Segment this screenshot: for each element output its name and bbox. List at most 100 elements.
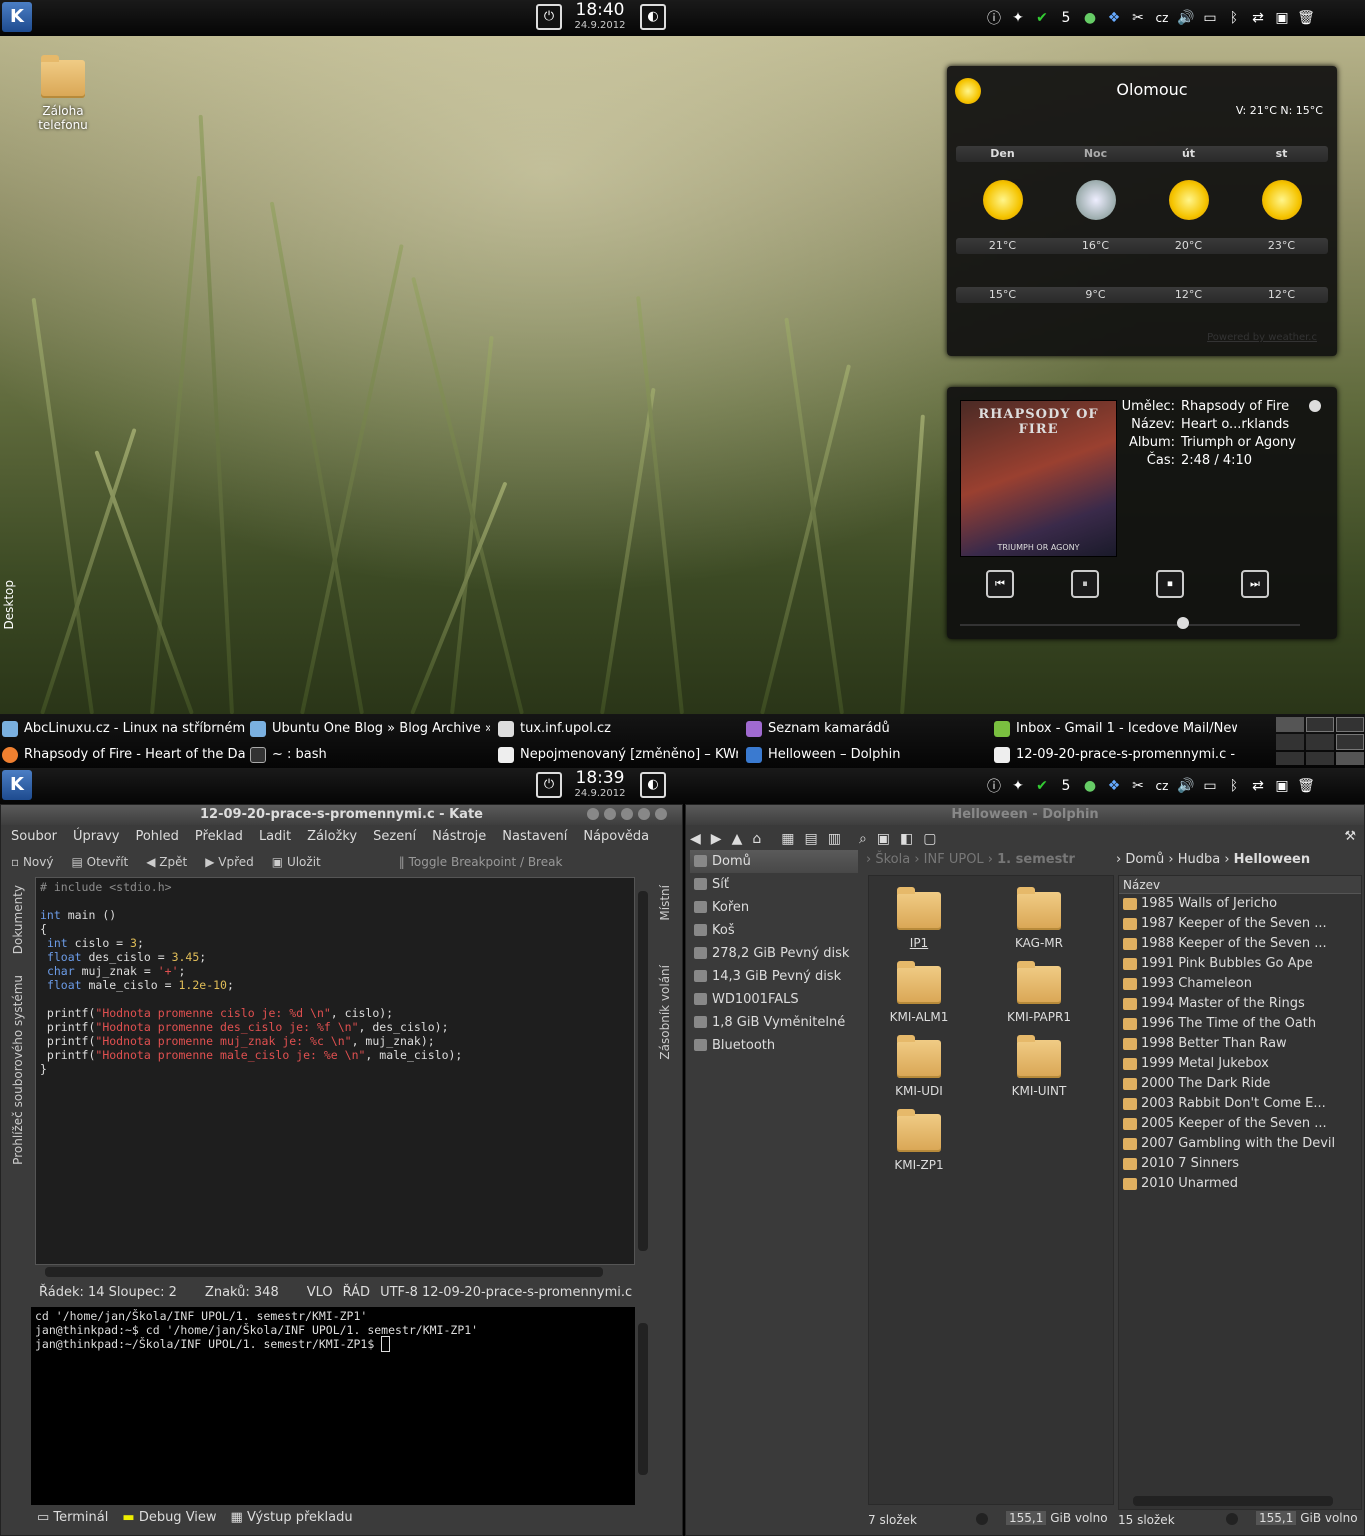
menu-pohled[interactable]: Pohled [135,825,178,849]
list-hscrollbar[interactable] [1133,1496,1333,1506]
folder-kmi-papr1[interactable]: KMI-PAPR1 [989,961,1089,1024]
stop-icon[interactable]: ⏹ [1156,570,1184,598]
network-icon[interactable]: ✦ [1009,778,1027,794]
menu-nastaveni[interactable]: Nastavení [502,825,567,849]
dropbox-icon[interactable]: ❖ [1105,10,1123,26]
menu-preklad[interactable]: Překlad [195,825,243,849]
new-button[interactable]: ▫ Nový [11,849,53,875]
folder-kmi-alm1[interactable]: KMI-ALM1 [869,961,969,1024]
minimize-icon[interactable] [587,808,599,820]
clock[interactable]: 18:40 24.9.2012 [569,0,631,32]
tab-build-output[interactable]: ▦ Výstup překladu [231,1510,353,1525]
list-item[interactable]: 1988 Keeper of the Seven ... [1119,934,1361,954]
trash-icon[interactable]: 🗑 [1297,778,1315,794]
desktop-toolbox[interactable]: Desktop [2,580,16,630]
folder-kmi-uint[interactable]: KMI-UINT [989,1035,1089,1098]
scissors-icon[interactable]: ✂ [1129,10,1147,26]
redo-button[interactable]: ▶ Vpřed [205,849,254,875]
split-view-icon[interactable]: ◧ [900,831,913,847]
forward-icon[interactable]: ▶ [711,831,722,847]
search-icon[interactable]: ⌕ [859,831,867,847]
tab-documents[interactable]: Dokumenty [11,885,25,954]
next-icon[interactable]: ⏭ [1241,570,1269,598]
list-item[interactable]: 2005 Keeper of the Seven ... [1119,1114,1361,1134]
list-item[interactable]: 1999 Metal Jukebox [1119,1054,1361,1074]
battery-icon[interactable]: ▭ [1201,10,1219,26]
folder-kmi-zp1[interactable]: KMI-ZP1 [869,1109,969,1172]
breadcrumb-right[interactable]: › Domů › Hudba › Helloween [1116,852,1310,867]
tab-debug-view[interactable]: ▬ Debug View [122,1510,216,1525]
messenger-icon[interactable]: ● [1081,778,1099,794]
list-item[interactable]: 1993 Chameleon [1119,974,1361,994]
shade-icon[interactable] [604,808,616,820]
task-item[interactable]: Nepojmenovaný [změněno] – KWrit [496,744,738,766]
folder-ip1[interactable]: IP1 [869,887,969,950]
task-item[interactable]: 12-09-20-prace-s-promennymi.c - K [992,744,1237,766]
seek-handle[interactable] [1177,617,1189,629]
place-bluetooth[interactable]: Bluetooth [690,1034,858,1057]
terminal-output[interactable]: cd '/home/jan/Škola/INF UPOL/1. semestr/… [31,1307,635,1505]
task-item[interactable]: Ubuntu One Blog » Blog Archive » [248,718,490,740]
folder-kag-mr[interactable]: KAG-MR [989,887,1089,950]
icons-view-icon[interactable]: ▦ [781,831,794,847]
zoom-slider[interactable] [976,1513,988,1525]
preview-icon[interactable]: ▣ [877,831,890,847]
list-item[interactable]: 1996 The Time of the Oath [1119,1014,1361,1034]
info-panel-icon[interactable]: ▢ [923,831,936,847]
home-icon[interactable]: ⌂ [752,831,761,847]
terminal-scrollbar[interactable] [638,1323,648,1475]
logout-icon[interactable]: ◐ [640,4,666,30]
menu-napoveda[interactable]: Nápověda [583,825,649,849]
lock-icon[interactable]: ⏻ [536,772,562,798]
menu-zalozky[interactable]: Záložky [307,825,357,849]
code-editor[interactable]: # include <stdio.h> int main () { int ci… [35,877,635,1265]
desktop-icon-backup[interactable]: Záloha telefonu [32,54,94,132]
tab-filesystem-browser[interactable]: Prohlížeč souborového systému [11,975,25,1165]
volume-icon[interactable]: 🔊 [1177,10,1195,26]
undo-button[interactable]: ◀ Zpět [146,849,187,875]
maximize-icon[interactable] [638,808,650,820]
keep-above-icon[interactable] [621,808,633,820]
kde-menu-icon[interactable]: K [2,2,32,32]
list-item[interactable]: 2003 Rabbit Don't Come E... [1119,1094,1361,1114]
place-network[interactable]: Síť [690,873,858,896]
task-item[interactable]: AbcLinuxu.cz - Linux na stříbrném p [0,718,245,740]
network-icon[interactable]: ✦ [1009,10,1027,26]
messenger-icon[interactable]: ● [1081,10,1099,26]
menu-sezeni[interactable]: Sezení [373,825,416,849]
volume-knob[interactable] [1309,400,1321,412]
breakpoint-button[interactable]: ‖ Toggle Breakpoint / Break [339,849,563,875]
usb-icon[interactable]: ⇄ [1249,778,1267,794]
list-item[interactable]: 2010 7 Sinners [1119,1154,1361,1174]
keyboard-layout[interactable]: cz [1153,779,1171,793]
kate-titlebar[interactable]: 12-09-20-prace-s-promennymi.c - Kate [1,805,682,825]
settings-icon[interactable]: ⚒ [1344,829,1356,844]
workspace-5-icon[interactable]: 5 [1057,778,1075,794]
kde-menu-icon[interactable]: K [2,770,32,800]
battery-icon[interactable]: ▭ [1201,778,1219,794]
clipboard-icon[interactable]: ▣ [1273,10,1291,26]
bluetooth-icon[interactable]: ᛒ [1225,778,1243,794]
list-item[interactable]: 2000 The Dark Ride [1119,1074,1361,1094]
folder-kmi-udi[interactable]: KMI-UDI [869,1035,969,1098]
menu-nastroje[interactable]: Nástroje [432,825,486,849]
editor-vscrollbar[interactable] [638,891,648,1251]
list-item[interactable]: 2010 Unarmed [1119,1174,1361,1194]
list-item[interactable]: 2007 Gambling with the Devil [1119,1134,1361,1154]
task-item[interactable]: Rhapsody of Fire - Heart of the Dar [0,744,245,766]
back-icon[interactable]: ◀ [690,831,701,847]
weather-credit-link[interactable]: Powered by weather.c [1207,332,1317,343]
previous-icon[interactable]: ⏮ [986,570,1014,598]
column-header-name[interactable]: Název [1119,876,1361,894]
place-disk-14[interactable]: 14,3 GiB Pevný disk [690,965,858,988]
seek-track[interactable] [960,624,1300,626]
tab-terminal[interactable]: ▭ Terminál [37,1510,108,1525]
clipboard-icon[interactable]: ▣ [1273,778,1291,794]
keyboard-layout[interactable]: cz [1153,11,1171,25]
place-wd[interactable]: WD1001FALS [690,988,858,1011]
list-item[interactable]: 1985 Walls of Jericho [1119,894,1361,914]
check-icon[interactable]: ✔ [1033,10,1051,26]
place-root[interactable]: Kořen [690,896,858,919]
info-icon[interactable]: ⓘ [985,776,1003,796]
place-disk-278[interactable]: 278,2 GiB Pevný disk [690,942,858,965]
